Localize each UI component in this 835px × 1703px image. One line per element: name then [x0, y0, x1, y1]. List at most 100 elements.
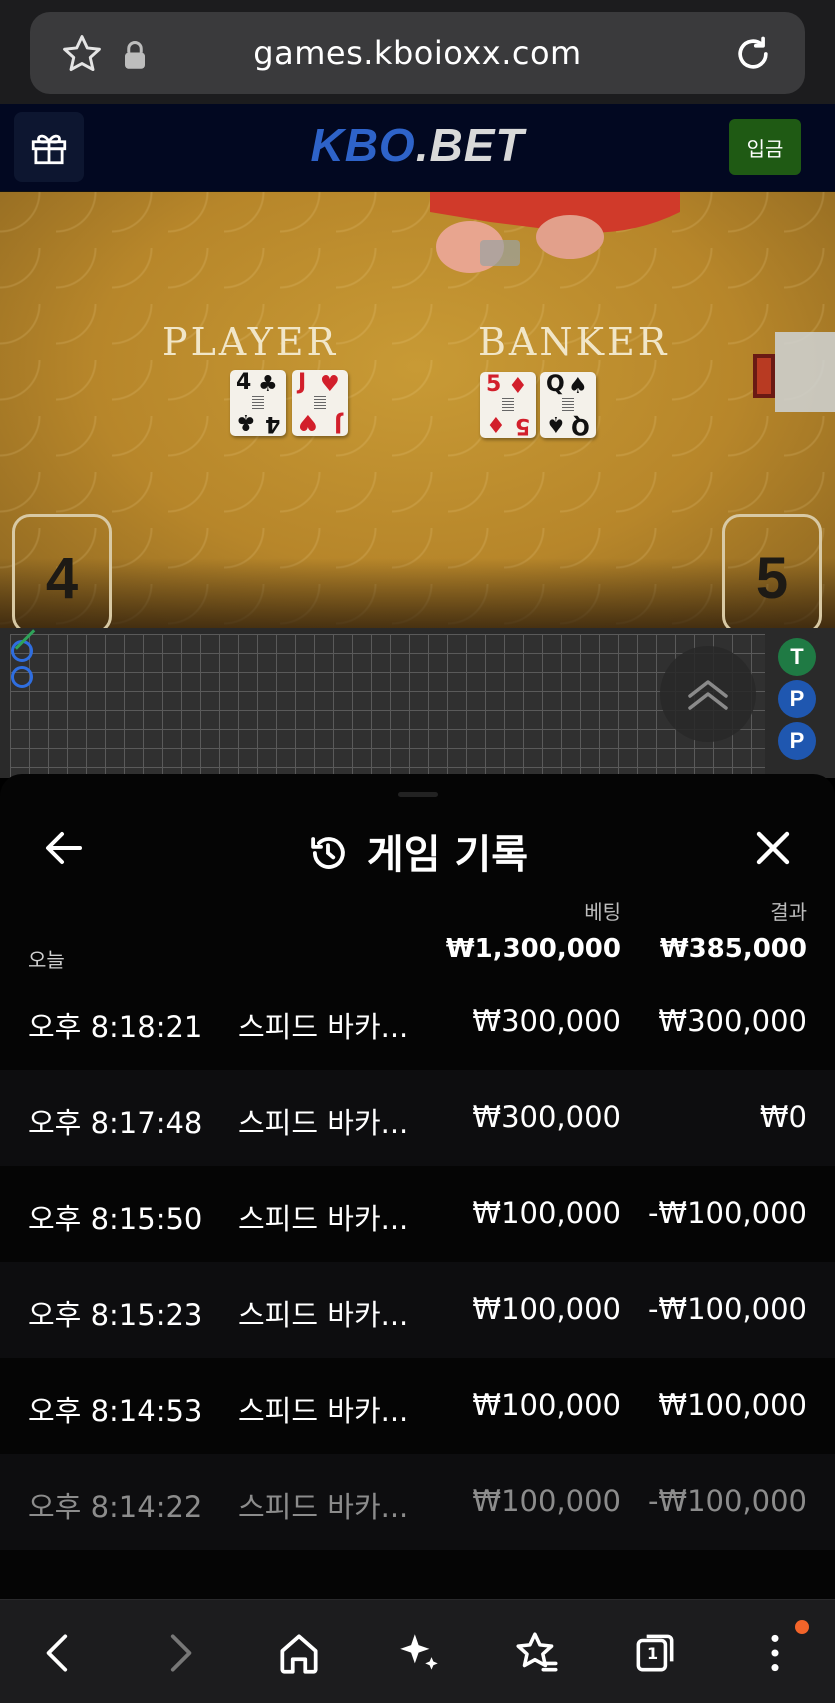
bead-road-player: P — [778, 722, 816, 760]
banker-score-box: 5 — [722, 514, 822, 628]
card-suit: ♠ — [568, 374, 588, 399]
history-title: 게임 기록 — [366, 832, 529, 878]
card-suit: ♦ — [486, 411, 506, 436]
card-rank: Q — [546, 372, 565, 397]
row-bet: ₩100,000 — [472, 1196, 621, 1230]
player-label: PLAYER — [162, 320, 339, 364]
road-marker-player — [11, 666, 33, 688]
row-result: -₩100,000 — [647, 1196, 807, 1230]
home-icon[interactable] — [274, 1628, 324, 1678]
card-rank: 5 — [514, 413, 530, 438]
history-title-row: 게임 기록 — [0, 822, 835, 880]
row-time: 오후 8:15:50 — [28, 1202, 203, 1236]
player-card-1: 4 ♣ ♣ 4 — [230, 370, 286, 436]
reload-icon[interactable] — [731, 32, 775, 76]
bookmark-star-icon[interactable] — [512, 1628, 562, 1678]
more-icon[interactable] — [750, 1628, 800, 1678]
forward-icon[interactable] — [154, 1628, 204, 1678]
row-time: 오후 8:17:48 — [28, 1106, 203, 1140]
total-result: ₩385,000 — [659, 934, 807, 964]
banker-score: 5 — [755, 546, 789, 611]
card-suit: ♥ — [298, 409, 318, 434]
logo-text-rest: .BET — [415, 119, 525, 171]
card-suit: ♣ — [236, 409, 256, 434]
row-bet: ₩300,000 — [472, 1004, 621, 1038]
card-rank: 5 — [486, 372, 502, 397]
browser-bottom-nav: 1 — [0, 1599, 835, 1703]
logo-text-main: KBO — [310, 119, 416, 171]
row-game: 스피드 바카... — [238, 1394, 409, 1428]
banker-card-2: Q ♠ ♠ Q — [540, 372, 596, 438]
card-suit: ♠ — [546, 411, 566, 436]
row-result: ₩300,000 — [658, 1004, 807, 1038]
big-road-grid — [10, 634, 765, 784]
card-rank: J — [333, 411, 342, 436]
player-score-box: 4 — [12, 514, 112, 628]
history-row[interactable]: 오후 8:14:53 스피드 바카... ₩100,000 ₩100,000 — [0, 1358, 835, 1454]
address-bar[interactable]: games.kboioxx.com — [30, 12, 805, 94]
row-bet: ₩100,000 — [472, 1388, 621, 1422]
card-suit: ♣ — [258, 372, 278, 397]
column-header-bet: 베팅 — [584, 900, 621, 924]
row-time: 오후 8:15:23 — [28, 1298, 203, 1332]
player-card-2: J ♥ ♥ J — [292, 370, 348, 436]
close-icon[interactable] — [749, 824, 797, 872]
row-result: -₩100,000 — [647, 1292, 807, 1326]
row-game: 스피드 바카... — [238, 1202, 409, 1236]
bead-road-player: P — [778, 680, 816, 718]
banker-label: BANKER — [478, 320, 670, 364]
card-center-marking — [562, 398, 574, 412]
card-shoe-image — [753, 332, 835, 412]
sheet-drag-handle[interactable] — [398, 792, 438, 797]
expand-roadmap-button[interactable] — [660, 646, 756, 742]
row-game: 스피드 바카... — [238, 1010, 409, 1044]
row-bet: ₩100,000 — [472, 1484, 621, 1518]
player-score: 4 — [45, 546, 79, 611]
history-row[interactable]: 오후 8:18:21 스피드 바카... ₩300,000 ₩300,000 — [0, 974, 835, 1070]
row-bet: ₩300,000 — [472, 1100, 621, 1134]
row-bet: ₩100,000 — [472, 1292, 621, 1326]
history-list: 오후 8:18:21 스피드 바카... ₩300,000 ₩300,000 오… — [0, 974, 835, 1550]
card-center-marking — [314, 396, 326, 410]
game-table-video: PLAYER BANKER 4 ♣ ♣ 4 J ♥ ♥ J 5 ♦ ♦ 5 Q … — [0, 192, 835, 628]
row-result: ₩0 — [759, 1100, 807, 1134]
row-time: 오후 8:18:21 — [28, 1010, 203, 1044]
card-suit: ♥ — [320, 372, 340, 397]
card-rank: 4 — [264, 411, 280, 436]
card-center-marking — [252, 396, 264, 410]
row-result: -₩100,000 — [647, 1484, 807, 1518]
notification-dot — [795, 1620, 809, 1634]
card-rank: J — [298, 370, 307, 395]
dealer-hands-image — [430, 192, 680, 273]
column-header-result: 결과 — [770, 900, 807, 924]
card-center-marking — [502, 398, 514, 412]
history-row[interactable]: 오후 8:17:48 스피드 바카... ₩300,000 ₩0 — [0, 1070, 835, 1166]
double-chevron-up-icon — [688, 680, 728, 710]
card-rank: 4 — [236, 370, 252, 395]
row-time: 오후 8:14:53 — [28, 1394, 203, 1428]
history-icon — [311, 837, 345, 869]
history-row[interactable]: 오후 8:15:23 스피드 바카... ₩100,000 -₩100,000 — [0, 1262, 835, 1358]
today-label: 오늘 — [28, 948, 65, 972]
row-time: 오후 8:14:22 — [28, 1490, 203, 1524]
browser-toolbar: games.kboioxx.com — [0, 0, 835, 104]
row-game: 스피드 바카... — [238, 1298, 409, 1332]
back-icon[interactable] — [34, 1628, 84, 1678]
card-rank: Q — [571, 413, 590, 438]
site-header: KBO.BET 입금 — [0, 104, 835, 192]
bead-road-tie: T — [778, 638, 816, 676]
row-game: 스피드 바카... — [238, 1106, 409, 1140]
tab-count: 1 — [647, 1644, 659, 1663]
banker-card-1: 5 ♦ ♦ 5 — [480, 372, 536, 438]
total-bet: ₩1,300,000 — [445, 934, 621, 964]
row-result: ₩100,000 — [658, 1388, 807, 1422]
tabs-button[interactable]: 1 — [630, 1628, 680, 1678]
game-history-sheet: 게임 기록 베팅 결과 오늘 ₩1,300,000 ₩385,000 오후 8:… — [0, 774, 835, 1599]
sparkle-icon[interactable] — [394, 1628, 444, 1678]
site-logo[interactable]: KBO.BET — [0, 118, 835, 172]
card-suit: ♦ — [508, 374, 528, 399]
url-text[interactable]: games.kboioxx.com — [30, 34, 805, 72]
history-row[interactable]: 오후 8:14:22 스피드 바카... ₩100,000 -₩100,000 — [0, 1454, 835, 1550]
deposit-button[interactable]: 입금 — [729, 119, 801, 175]
history-row[interactable]: 오후 8:15:50 스피드 바카... ₩100,000 -₩100,000 — [0, 1166, 835, 1262]
